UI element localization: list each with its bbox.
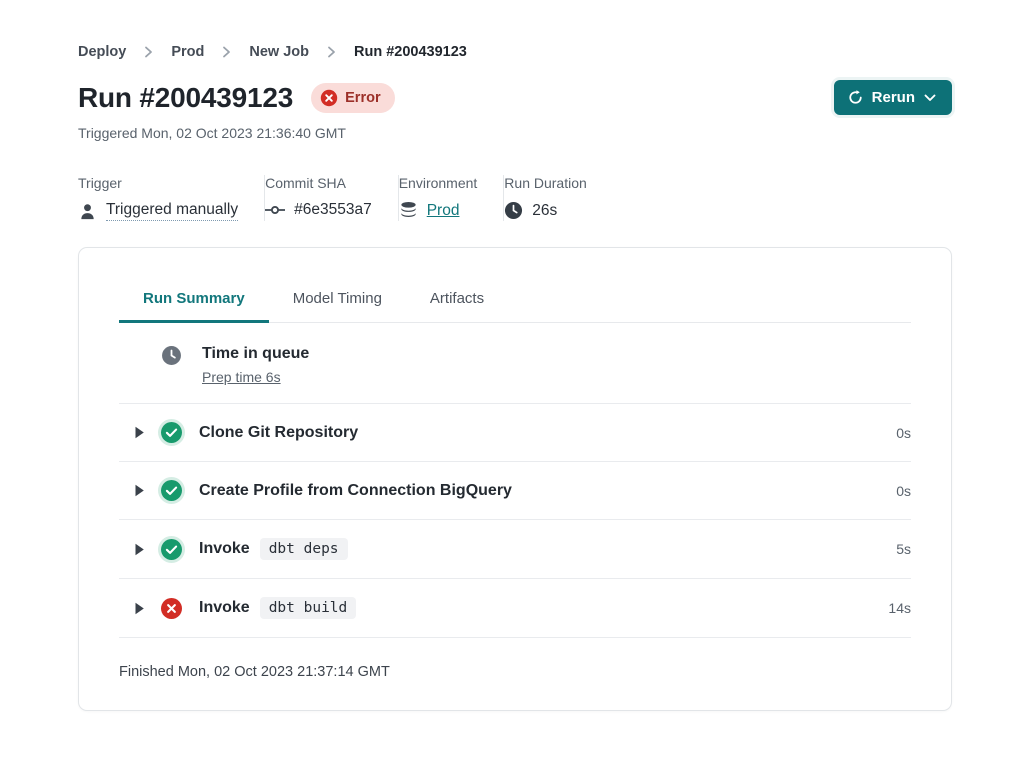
- expand-caret-icon[interactable]: [134, 602, 152, 615]
- git-commit-icon: [265, 203, 285, 217]
- meta-environment-label: Environment: [399, 175, 478, 191]
- database-icon: [399, 201, 418, 220]
- prep-time-link[interactable]: Prep time 6s: [202, 369, 281, 385]
- page-title: Run #200439123: [78, 82, 293, 114]
- error-circle-icon: [320, 89, 338, 107]
- breadcrumb: Deploy Prod New Job Run #200439123: [78, 44, 952, 60]
- run-detail-page: Deploy Prod New Job Run #200439123 Run #…: [0, 44, 1030, 711]
- step-duration: 5s: [896, 541, 911, 557]
- clock-icon: [504, 201, 523, 220]
- meta-commit-sha: Commit SHA #6e3553a7: [265, 175, 398, 219]
- meta-run-duration: Run Duration 26s: [504, 175, 613, 220]
- commit-sha-value: #6e3553a7: [294, 201, 372, 219]
- error-circle-icon: [161, 598, 182, 619]
- run-metadata: Trigger Triggered manually Commit SHA: [78, 175, 952, 221]
- tab-run-summary[interactable]: Run Summary: [119, 280, 269, 323]
- step-command-chip: dbt deps: [260, 538, 348, 560]
- rerun-button[interactable]: Rerun: [834, 80, 952, 115]
- success-check-icon: [161, 480, 182, 501]
- expand-caret-icon[interactable]: [134, 484, 152, 497]
- step-name-label: Invoke: [199, 599, 250, 617]
- breadcrumb-deploy[interactable]: Deploy: [78, 44, 126, 60]
- status-badge-label: Error: [345, 90, 380, 106]
- breadcrumb-new-job[interactable]: New Job: [249, 44, 309, 60]
- meta-duration-label: Run Duration: [504, 175, 587, 191]
- run-duration-value: 26s: [532, 202, 557, 220]
- meta-trigger: Trigger Triggered manually: [78, 175, 264, 221]
- refresh-icon: [848, 90, 863, 105]
- expand-caret-icon[interactable]: [134, 543, 152, 556]
- time-in-queue-row: Time in queue Prep time 6s: [119, 323, 911, 404]
- breadcrumb-current-run: Run #200439123: [354, 44, 467, 60]
- step-command-chip: dbt build: [260, 597, 357, 619]
- tab-model-timing[interactable]: Model Timing: [269, 280, 406, 323]
- step-duration: 0s: [896, 483, 911, 499]
- rerun-button-label: Rerun: [872, 89, 915, 106]
- run-summary-card: Run Summary Model Timing Artifacts Time …: [78, 247, 952, 711]
- step-row-create-profile[interactable]: Create Profile from Connection BigQuery …: [119, 462, 911, 520]
- step-row-dbt-deps[interactable]: Invoke dbt deps 5s: [119, 520, 911, 579]
- queue-title: Time in queue: [202, 345, 309, 363]
- chevron-right-icon: [222, 46, 231, 58]
- meta-environment: Environment Prod: [399, 175, 504, 220]
- chevron-right-icon: [144, 46, 153, 58]
- status-badge: Error: [311, 83, 394, 113]
- step-row-dbt-build[interactable]: Invoke dbt build 14s: [119, 579, 911, 638]
- breadcrumb-prod[interactable]: Prod: [171, 44, 204, 60]
- tab-artifacts[interactable]: Artifacts: [406, 280, 508, 323]
- triggered-timestamp: Triggered Mon, 02 Oct 2023 21:36:40 GMT: [78, 125, 952, 141]
- step-duration: 14s: [888, 600, 911, 616]
- meta-commit-label: Commit SHA: [265, 175, 372, 191]
- chevron-right-icon: [327, 46, 336, 58]
- step-name-label: Create Profile from Connection BigQuery: [199, 482, 512, 500]
- finished-timestamp: Finished Mon, 02 Oct 2023 21:37:14 GMT: [119, 638, 911, 710]
- clock-icon: [161, 345, 182, 371]
- step-duration: 0s: [896, 425, 911, 441]
- step-row-clone-git[interactable]: Clone Git Repository 0s: [119, 404, 911, 462]
- step-name-label: Clone Git Repository: [199, 424, 358, 442]
- success-check-icon: [161, 539, 182, 560]
- step-name-label: Invoke: [199, 540, 250, 558]
- chevron-down-icon: [924, 94, 936, 102]
- environment-link[interactable]: Prod: [427, 202, 460, 220]
- title-row: Run #200439123 Error Rerun: [78, 80, 952, 115]
- expand-caret-icon[interactable]: [134, 426, 152, 439]
- person-icon: [78, 202, 97, 221]
- tab-bar: Run Summary Model Timing Artifacts: [119, 248, 911, 323]
- success-check-icon: [161, 422, 182, 443]
- trigger-value[interactable]: Triggered manually: [106, 201, 238, 221]
- meta-trigger-label: Trigger: [78, 175, 238, 191]
